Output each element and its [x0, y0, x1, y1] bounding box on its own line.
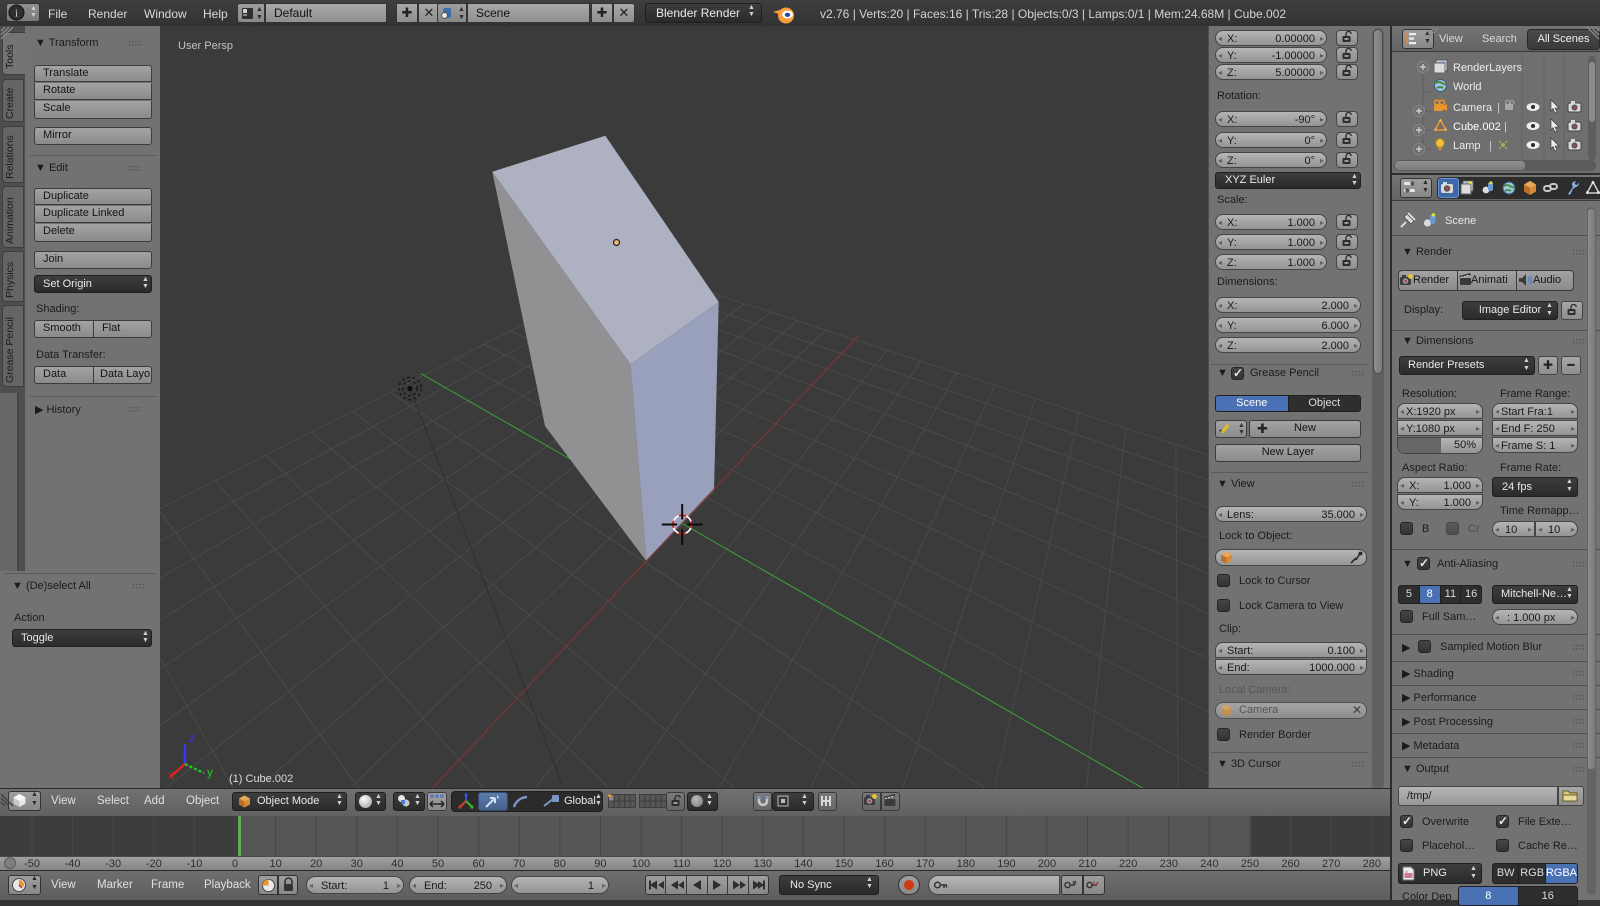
- svg-text:10: 10: [269, 858, 281, 870]
- svg-text:30: 30: [351, 858, 363, 870]
- svg-text:i: i: [15, 8, 18, 20]
- svg-text:40: 40: [391, 858, 403, 870]
- svg-text:100: 100: [632, 858, 650, 870]
- svg-text:Lamp: Lamp: [1453, 140, 1481, 152]
- svg-text:y: y: [207, 765, 213, 779]
- svg-text:110: 110: [673, 858, 691, 870]
- svg-text:70: 70: [513, 858, 525, 870]
- svg-text:-10: -10: [186, 858, 202, 870]
- svg-text:0: 0: [232, 858, 238, 870]
- svg-text:User Persp: User Persp: [178, 40, 233, 52]
- svg-text:130: 130: [754, 858, 772, 870]
- svg-text:280: 280: [1363, 858, 1381, 870]
- svg-text:230: 230: [1160, 858, 1178, 870]
- svg-text:180: 180: [957, 858, 975, 870]
- svg-text:270: 270: [1322, 858, 1340, 870]
- svg-text:120: 120: [713, 858, 731, 870]
- svg-text:RenderLayers: RenderLayers: [1453, 62, 1523, 74]
- svg-text:190: 190: [997, 858, 1015, 870]
- svg-text:50: 50: [432, 858, 444, 870]
- svg-text:Camera: Camera: [1453, 102, 1493, 114]
- svg-text:80: 80: [554, 858, 566, 870]
- svg-text:200: 200: [1038, 858, 1056, 870]
- svg-text:160: 160: [875, 858, 893, 870]
- svg-text:z: z: [189, 731, 195, 745]
- svg-text:250: 250: [1241, 858, 1259, 870]
- svg-text:90: 90: [594, 858, 606, 870]
- svg-text:20: 20: [310, 858, 322, 870]
- svg-text:x: x: [168, 768, 174, 782]
- svg-text:140: 140: [794, 858, 812, 870]
- svg-text:220: 220: [1119, 858, 1137, 870]
- svg-text:-50: -50: [24, 858, 40, 870]
- svg-text:Cube.002: Cube.002: [1453, 121, 1501, 133]
- svg-text:-30: -30: [105, 858, 121, 870]
- svg-text:|: |: [1504, 121, 1507, 133]
- svg-text:60: 60: [472, 858, 484, 870]
- svg-text:|: |: [1497, 102, 1500, 114]
- svg-text:260: 260: [1281, 858, 1299, 870]
- svg-text:170: 170: [916, 858, 934, 870]
- svg-text:|: |: [1489, 140, 1492, 152]
- svg-text:210: 210: [1078, 858, 1096, 870]
- svg-text:World: World: [1453, 81, 1482, 93]
- svg-text:-40: -40: [65, 858, 81, 870]
- svg-text:150: 150: [835, 858, 853, 870]
- svg-text:-20: -20: [146, 858, 162, 870]
- svg-text:(1) Cube.002: (1) Cube.002: [229, 773, 293, 785]
- svg-text:240: 240: [1200, 858, 1218, 870]
